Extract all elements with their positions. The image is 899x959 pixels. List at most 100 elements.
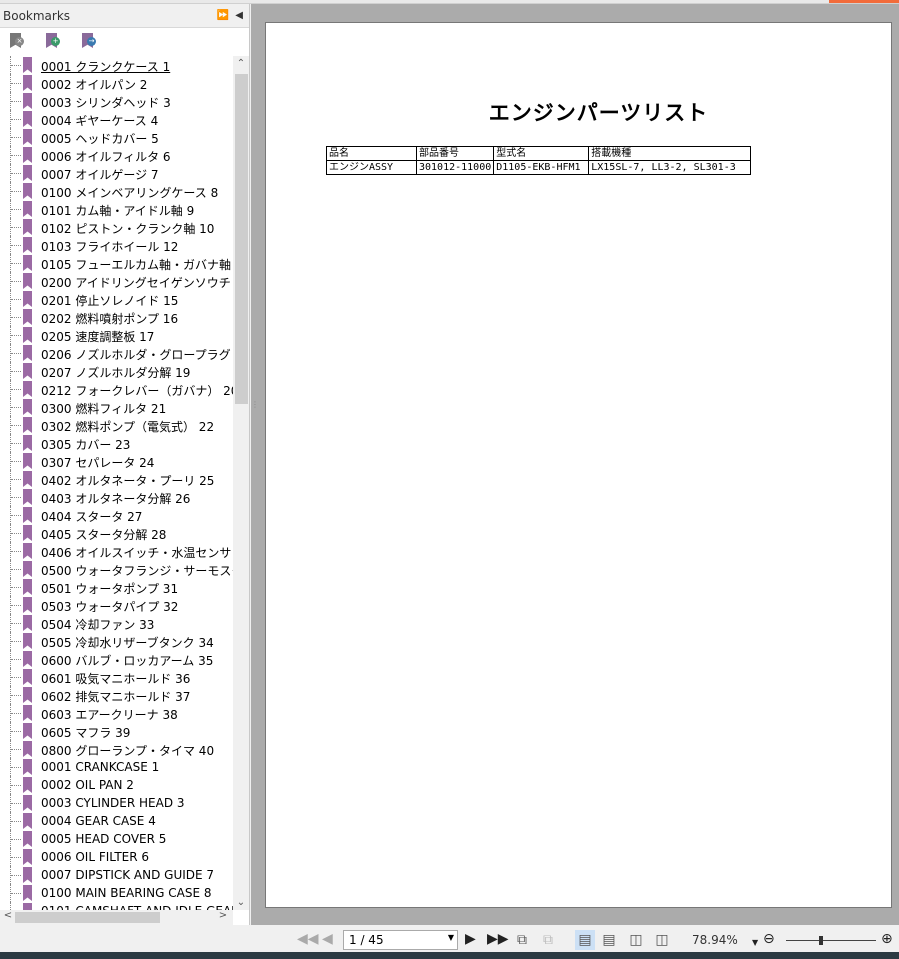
single-page-view-icon[interactable]: ▤ (575, 930, 595, 950)
bookmark-item[interactable]: 0504 冷却ファン 33 (0, 614, 233, 632)
collapse-panel-icon[interactable]: ◀ (235, 10, 243, 21)
bookmark-item[interactable]: 0005 HEAD COVER 5 (0, 830, 233, 848)
vertical-scrollbar[interactable]: ⌃ ⌄ (233, 56, 249, 910)
bookmark-item[interactable]: 0600 バルブ・ロッカアーム 35 (0, 650, 233, 668)
header-cell: 搭載機種 (588, 146, 752, 161)
document-title: エンジンパーツリスト (488, 101, 709, 125)
zoom-slider-handle[interactable] (819, 936, 823, 945)
bookmark-item[interactable]: 0503 ウォータパイプ 32 (0, 596, 233, 614)
two-page-view-icon[interactable]: ◫ (626, 930, 646, 950)
bookmark-icon (23, 741, 32, 757)
bookmark-item[interactable]: 0403 オルタネータ分解 26 (0, 488, 233, 506)
bookmark-icon (23, 813, 32, 829)
bookmark-item[interactable]: 0200 アイドリングセイゲンソウチ 14 (0, 272, 233, 290)
bookmark-item[interactable]: 0601 吸気マニホールド 36 (0, 668, 233, 686)
bookmark-item[interactable]: 0406 オイルスイッチ・水温センサ・プラグ 29 (0, 542, 233, 560)
bookmark-item[interactable]: 0100 メインベアリングケース 8 (0, 182, 233, 200)
go-bookmark-icon[interactable]: → (82, 33, 98, 49)
scrollbar-thumb[interactable] (235, 74, 248, 404)
page-number-value: 1 / 45 (349, 933, 384, 947)
bookmark-item[interactable]: 0800 グローランプ・タイマ 40 (0, 740, 233, 758)
tree-line (10, 524, 22, 542)
tree-line (10, 560, 22, 578)
bookmark-item[interactable]: 0300 燃料フィルタ 21 (0, 398, 233, 416)
bookmark-item[interactable]: 0007 オイルゲージ 7 (0, 164, 233, 182)
panel-splitter[interactable]: ⋮ (251, 400, 259, 420)
bookmark-item[interactable]: 0305 カバー 23 (0, 434, 233, 452)
tree-line (10, 380, 22, 398)
bookmark-item[interactable]: 0302 燃料ポンプ（電気式） 22 (0, 416, 233, 434)
bookmark-item[interactable]: 0205 速度調整板 17 (0, 326, 233, 344)
bookmark-label: 0503 ウォータパイプ 32 (41, 600, 179, 614)
bookmark-item[interactable]: 0100 MAIN BEARING CASE 8 (0, 884, 233, 902)
bookmark-item[interactable]: 0501 ウォータポンプ 31 (0, 578, 233, 596)
bookmark-item[interactable]: 0500 ウォータフランジ・サーモスタット 30 (0, 560, 233, 578)
bookmarks-title: Bookmarks (3, 8, 71, 23)
bookmark-item[interactable]: 0102 ピストン・クランク軸 10 (0, 218, 233, 236)
bookmark-item[interactable]: 0007 DIPSTICK AND GUIDE 7 (0, 866, 233, 884)
bookmark-item[interactable]: 0003 シリンダヘッド 3 (0, 92, 233, 110)
bookmark-label: 0100 MAIN BEARING CASE 8 (41, 886, 212, 900)
previous-view-icon[interactable]: ⧉ (512, 930, 532, 950)
zoom-dropdown-icon[interactable]: ▼ (752, 935, 758, 951)
scroll-down-icon[interactable]: ⌄ (233, 897, 249, 908)
two-page-continuous-view-icon[interactable]: ◫ (652, 930, 672, 950)
add-bookmark-icon[interactable]: + (46, 33, 62, 49)
zoom-in-icon[interactable]: ⊕ (881, 931, 893, 947)
tree-line (10, 578, 22, 596)
bookmark-item[interactable]: 0101 カム軸・アイドル軸 9 (0, 200, 233, 218)
bookmark-item[interactable]: 0002 OIL PAN 2 (0, 776, 233, 794)
scroll-up-icon[interactable]: ⌃ (233, 58, 249, 69)
bookmark-icon (23, 291, 32, 307)
bookmark-item[interactable]: 0005 ヘッドカバー 5 (0, 128, 233, 146)
bookmark-item[interactable]: 0405 スタータ分解 28 (0, 524, 233, 542)
bookmark-item[interactable]: 0004 ギヤーケース 4 (0, 110, 233, 128)
bookmark-item[interactable]: 0001 クランクケース 1 (0, 56, 233, 74)
bookmark-item[interactable]: 0202 燃料噴射ポンプ 16 (0, 308, 233, 326)
bookmark-item[interactable]: 0002 オイルパン 2 (0, 74, 233, 92)
table-cell: D1105-EKB-HFM1 (493, 160, 590, 175)
zoom-slider[interactable] (786, 936, 876, 945)
bookmark-tree: 0001 クランクケース 1 0002 オイルパン 2 0003 シリンダヘッド 3… (0, 56, 233, 910)
bookmark-item[interactable]: 0307 セパレータ 24 (0, 452, 233, 470)
expand-panel-icon[interactable]: ⏩ (217, 10, 229, 21)
chevron-down-icon[interactable]: ▼ (448, 933, 454, 942)
tree-line (10, 290, 22, 308)
continuous-view-icon[interactable]: ▤ (599, 930, 619, 950)
zoom-level[interactable]: 78.94% (692, 933, 738, 947)
last-page-icon[interactable]: ▶▶ (487, 931, 509, 947)
next-view-icon[interactable]: ⧉ (538, 930, 558, 950)
next-page-icon[interactable]: ▶ (465, 931, 476, 947)
bookmark-item[interactable]: 0001 CRANKCASE 1 (0, 758, 233, 776)
bookmark-item[interactable]: 0404 スタータ 27 (0, 506, 233, 524)
prev-page-icon[interactable]: ◀ (322, 931, 333, 947)
zoom-out-icon[interactable]: ⊖ (763, 931, 775, 947)
bookmark-item[interactable]: 0004 GEAR CASE 4 (0, 812, 233, 830)
delete-bookmark-icon[interactable]: × (10, 33, 26, 49)
bookmark-item[interactable]: 0003 CYLINDER HEAD 3 (0, 794, 233, 812)
bookmark-item[interactable]: 0105 フューエルカム軸・ガバナ軸 13 (0, 254, 233, 272)
bookmark-item[interactable]: 0402 オルタネータ・プーリ 25 (0, 470, 233, 488)
bookmark-item[interactable]: 0505 冷却水リザーブタンク 34 (0, 632, 233, 650)
first-page-icon[interactable]: ◀◀ (297, 931, 319, 947)
scroll-right-icon[interactable]: > (215, 910, 231, 921)
horizontal-scrollbar[interactable]: < > (0, 910, 233, 925)
page-number-input[interactable]: 1 / 45 ▼ (343, 930, 458, 950)
bookmark-item[interactable]: 0603 エアークリーナ 38 (0, 704, 233, 722)
bookmark-item[interactable]: 0207 ノズルホルダ分解 19 (0, 362, 233, 380)
bookmark-item[interactable]: 0006 OIL FILTER 6 (0, 848, 233, 866)
tree-line (10, 398, 22, 416)
bookmark-item[interactable]: 0605 マフラ 39 (0, 722, 233, 740)
table-row: エンジンASSY 301012-11000 D1105-EKB-HFM1 LX1… (326, 160, 752, 175)
bookmark-item[interactable]: 0101 CAMSHAFT AND IDLE GEAR 9 (0, 902, 233, 910)
bookmark-item[interactable]: 0201 停止ソレノイド 15 (0, 290, 233, 308)
tree-line (10, 740, 22, 758)
hscrollbar-thumb[interactable] (15, 912, 160, 923)
bookmark-item[interactable]: 0602 排気マニホールド 37 (0, 686, 233, 704)
tree-line (10, 110, 22, 128)
bookmark-item[interactable]: 0006 オイルフィルタ 6 (0, 146, 233, 164)
bookmark-item[interactable]: 0212 フォークレバー（ガバナ） 20 (0, 380, 233, 398)
bookmark-item[interactable]: 0206 ノズルホルダ・グロープラグ 18 (0, 344, 233, 362)
bookmark-item[interactable]: 0103 フライホイール 12 (0, 236, 233, 254)
scroll-left-icon[interactable]: < (0, 910, 16, 921)
